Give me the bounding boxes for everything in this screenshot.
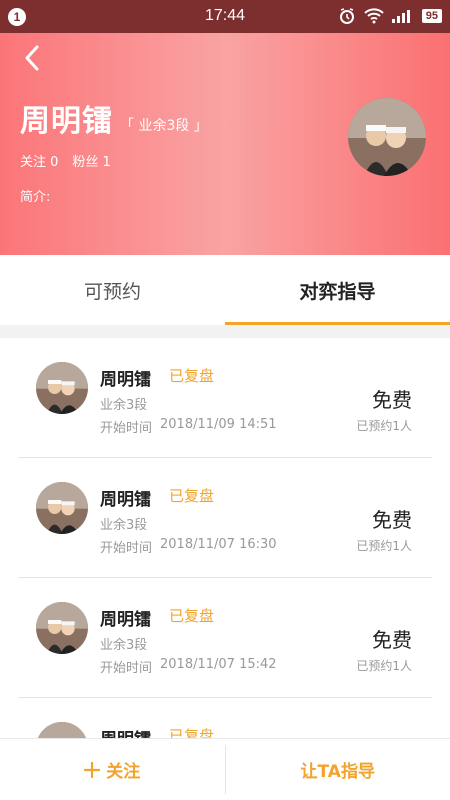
battery-indicator: 95 — [421, 9, 442, 23]
fans-count[interactable]: 粉丝 1 — [72, 151, 110, 170]
profile-header: 周明镭 「 业余3段 」 关注 0 粉丝 1 简介: — [0, 33, 450, 255]
item-start: 开始时间 2018/11/07 16:30 — [100, 537, 277, 556]
avatar — [36, 602, 88, 654]
request-guidance-button[interactable]: 让TA指导 — [226, 739, 450, 800]
item-booked: 已预约1人 — [356, 659, 412, 673]
item-booked: 已预约1人 — [356, 419, 412, 433]
tab-bookable[interactable]: 可预约 — [0, 255, 225, 325]
item-level: 业余3段 — [100, 398, 148, 413]
avatar — [36, 362, 88, 414]
item-price: 免费 — [372, 388, 412, 412]
list-item[interactable]: 周明镭 已复盘 业余3段 开始时间 2018/11/09 14:51 免费 已预… — [18, 338, 432, 458]
request-guidance-label: 让TA指导 — [300, 762, 375, 782]
chevron-left-icon[interactable] — [20, 43, 44, 73]
list-item[interactable]: 周明镭 已复盘 业余3段 开始时间 2018/11/07 16:30 免费 已预… — [18, 458, 432, 578]
start-time: 2018/11/07 16:30 — [160, 537, 277, 552]
session-list: 周明镭 已复盘 业余3段 开始时间 2018/11/09 14:51 免费 已预… — [0, 338, 450, 738]
item-status: 已复盘 — [169, 487, 215, 505]
status-bar: 1 17:44 95 — [0, 0, 450, 33]
profile-bio: 简介: — [20, 190, 51, 205]
follow-stats: 关注 0 粉丝 1 — [20, 151, 111, 170]
item-start: 开始时间 2018/11/09 14:51 — [100, 417, 277, 436]
start-label: 开始时间 — [100, 421, 153, 436]
avatar — [36, 482, 88, 534]
avatar[interactable] — [348, 98, 426, 176]
start-time: 2018/11/07 15:42 — [160, 657, 277, 672]
item-name: 周明镭 — [100, 725, 151, 738]
item-name: 周明镭 — [100, 490, 151, 510]
follow-button-label: 关注 — [106, 762, 141, 782]
item-start: 开始时间 2018/11/07 15:42 — [100, 657, 277, 676]
avatar — [36, 722, 88, 738]
signal-icon — [391, 10, 410, 23]
tab-guidance[interactable]: 对弈指导 — [225, 255, 450, 325]
item-status: 已复盘 — [169, 727, 215, 738]
profile-rank: 「 业余3段 」 — [120, 118, 208, 134]
wifi-icon — [364, 8, 384, 24]
item-price: 免费 — [372, 508, 412, 532]
following-count[interactable]: 关注 0 — [20, 151, 58, 170]
start-time: 2018/11/09 14:51 — [160, 417, 277, 432]
alarm-icon — [339, 8, 354, 24]
tab-bar: 可预约 对弈指导 — [0, 255, 450, 325]
item-price: 免费 — [372, 628, 412, 652]
list-item[interactable]: 周明镭 已复盘 — [18, 698, 432, 738]
item-status: 已复盘 — [169, 607, 215, 625]
item-name: 周明镭 — [100, 370, 151, 390]
follow-button[interactable]: 关注 — [0, 739, 225, 800]
plus-icon — [84, 761, 101, 778]
bottom-action-bar: 关注 让TA指导 — [0, 738, 450, 800]
item-status: 已复盘 — [169, 367, 215, 385]
item-level: 业余3段 — [100, 638, 148, 653]
start-label: 开始时间 — [100, 541, 153, 556]
status-icons: 95 — [338, 7, 442, 25]
list-item[interactable]: 周明镭 已复盘 业余3段 开始时间 2018/11/07 15:42 免费 已预… — [18, 578, 432, 698]
item-name: 周明镭 — [100, 610, 151, 630]
start-label: 开始时间 — [100, 661, 153, 676]
item-booked: 已预约1人 — [356, 539, 412, 553]
item-level: 业余3段 — [100, 518, 148, 533]
profile-name: 周明镭 — [20, 104, 113, 139]
